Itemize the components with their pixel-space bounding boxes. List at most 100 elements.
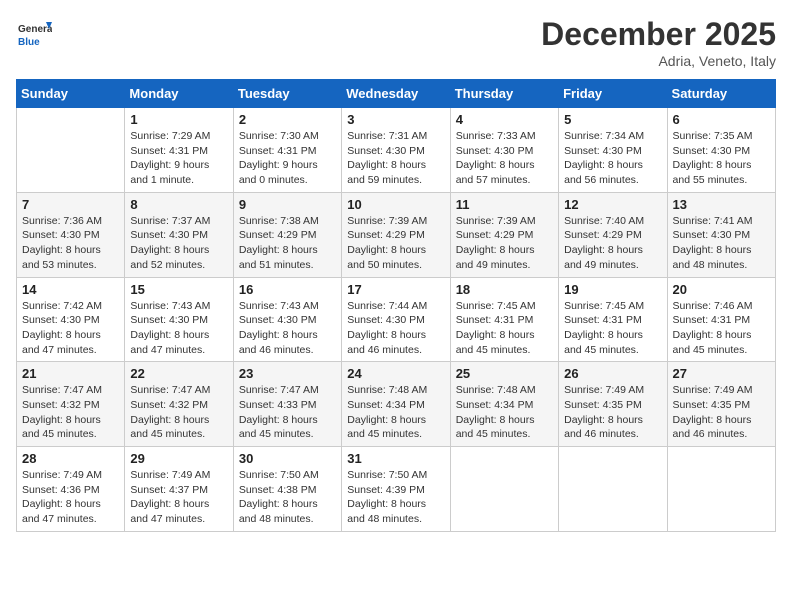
day-number: 7 <box>22 197 119 212</box>
calendar-week-2: 7 Sunrise: 7:36 AM Sunset: 4:30 PM Daylig… <box>17 192 776 277</box>
logo-svg: General Blue <box>16 16 52 52</box>
calendar-cell <box>17 108 125 193</box>
weekday-header-saturday: Saturday <box>667 80 775 108</box>
calendar-cell: 16Sunrise: 7:43 AM Sunset: 4:30 PM Dayli… <box>233 277 341 362</box>
calendar-cell: 30 Sunrise: 7:50 AM Sunset: 4:38 PM Dayli… <box>233 447 341 532</box>
calendar-cell: 21 Sunrise: 7:47 AM Sunset: 4:32 PM Dayli… <box>17 362 125 447</box>
day-number: 19 <box>564 282 661 297</box>
calendar-cell: 3 Sunrise: 7:31 AM Sunset: 4:30 PM Daylig… <box>342 108 450 193</box>
day-number: 20 <box>673 282 770 297</box>
day-info: Sunrise: 7:49 AM Sunset: 4:36 PM Dayligh… <box>22 468 119 527</box>
day-number: 10 <box>347 197 444 212</box>
calendar-cell: 19 Sunrise: 7:45 AM Sunset: 4:31 PM Dayli… <box>559 277 667 362</box>
day-number: 31 <box>347 451 444 466</box>
calendar-cell: 29Sunrise: 7:49 AM Sunset: 4:37 PM Dayli… <box>125 447 233 532</box>
day-number: 1 <box>130 112 227 127</box>
day-number: 3 <box>347 112 444 127</box>
day-info: Sunrise: 7:47 AM Sunset: 4:32 PM Dayligh… <box>22 383 119 442</box>
day-info: Sunrise: 7:39 AM Sunset: 4:29 PM Dayligh… <box>456 214 553 273</box>
day-number: 29 <box>130 451 227 466</box>
calendar-cell: 1 Sunrise: 7:29 AM Sunset: 4:31 PM Daylig… <box>125 108 233 193</box>
svg-text:General: General <box>18 24 52 35</box>
day-info: Sunrise: 7:47 AM Sunset: 4:33 PM Dayligh… <box>239 383 336 442</box>
day-number: 30 <box>239 451 336 466</box>
day-info: Sunrise: 7:29 AM Sunset: 4:31 PM Dayligh… <box>130 129 227 188</box>
month-title: December 2025 <box>541 16 776 53</box>
day-number: 25 <box>456 366 553 381</box>
calendar-cell <box>450 447 558 532</box>
day-info: Sunrise: 7:48 AM Sunset: 4:34 PM Dayligh… <box>456 383 553 442</box>
day-number: 17 <box>347 282 444 297</box>
day-number: 4 <box>456 112 553 127</box>
day-info: Sunrise: 7:43 AM Sunset: 4:30 PM Dayligh… <box>239 299 336 358</box>
day-info: Sunrise: 7:43 AM Sunset: 4:30 PM Dayligh… <box>130 299 227 358</box>
day-info: Sunrise: 7:50 AM Sunset: 4:38 PM Dayligh… <box>239 468 336 527</box>
weekday-header-friday: Friday <box>559 80 667 108</box>
day-info: Sunrise: 7:49 AM Sunset: 4:35 PM Dayligh… <box>673 383 770 442</box>
weekday-header-monday: Monday <box>125 80 233 108</box>
day-number: 27 <box>673 366 770 381</box>
weekday-header-tuesday: Tuesday <box>233 80 341 108</box>
day-info: Sunrise: 7:31 AM Sunset: 4:30 PM Dayligh… <box>347 129 444 188</box>
calendar-cell: 14Sunrise: 7:42 AM Sunset: 4:30 PM Dayli… <box>17 277 125 362</box>
weekday-header-row: SundayMondayTuesdayWednesdayThursdayFrid… <box>17 80 776 108</box>
day-info: Sunrise: 7:38 AM Sunset: 4:29 PM Dayligh… <box>239 214 336 273</box>
day-number: 18 <box>456 282 553 297</box>
calendar-table: SundayMondayTuesdayWednesdayThursdayFrid… <box>16 79 776 532</box>
calendar-week-3: 14Sunrise: 7:42 AM Sunset: 4:30 PM Dayli… <box>17 277 776 362</box>
day-number: 21 <box>22 366 119 381</box>
day-info: Sunrise: 7:34 AM Sunset: 4:30 PM Dayligh… <box>564 129 661 188</box>
calendar-cell: 28 Sunrise: 7:49 AM Sunset: 4:36 PM Dayli… <box>17 447 125 532</box>
day-number: 15 <box>130 282 227 297</box>
calendar-cell: 18 Sunrise: 7:45 AM Sunset: 4:31 PM Dayli… <box>450 277 558 362</box>
calendar-week-1: 1 Sunrise: 7:29 AM Sunset: 4:31 PM Daylig… <box>17 108 776 193</box>
day-info: Sunrise: 7:37 AM Sunset: 4:30 PM Dayligh… <box>130 214 227 273</box>
calendar-cell: 9Sunrise: 7:38 AM Sunset: 4:29 PM Daylig… <box>233 192 341 277</box>
calendar-cell: 27 Sunrise: 7:49 AM Sunset: 4:35 PM Dayli… <box>667 362 775 447</box>
day-info: Sunrise: 7:44 AM Sunset: 4:30 PM Dayligh… <box>347 299 444 358</box>
calendar-cell <box>559 447 667 532</box>
day-info: Sunrise: 7:50 AM Sunset: 4:39 PM Dayligh… <box>347 468 444 527</box>
day-info: Sunrise: 7:41 AM Sunset: 4:30 PM Dayligh… <box>673 214 770 273</box>
weekday-header-wednesday: Wednesday <box>342 80 450 108</box>
calendar-cell: 2 Sunrise: 7:30 AM Sunset: 4:31 PM Daylig… <box>233 108 341 193</box>
day-info: Sunrise: 7:45 AM Sunset: 4:31 PM Dayligh… <box>456 299 553 358</box>
calendar-cell <box>667 447 775 532</box>
day-info: Sunrise: 7:30 AM Sunset: 4:31 PM Dayligh… <box>239 129 336 188</box>
day-info: Sunrise: 7:47 AM Sunset: 4:32 PM Dayligh… <box>130 383 227 442</box>
calendar-cell: 7 Sunrise: 7:36 AM Sunset: 4:30 PM Daylig… <box>17 192 125 277</box>
weekday-header-thursday: Thursday <box>450 80 558 108</box>
day-number: 23 <box>239 366 336 381</box>
day-number: 6 <box>673 112 770 127</box>
calendar-cell: 10 Sunrise: 7:39 AM Sunset: 4:29 PM Dayli… <box>342 192 450 277</box>
svg-text:Blue: Blue <box>18 37 40 48</box>
logo: General Blue <box>16 16 52 52</box>
calendar-cell: 13 Sunrise: 7:41 AM Sunset: 4:30 PM Dayli… <box>667 192 775 277</box>
day-number: 22 <box>130 366 227 381</box>
day-info: Sunrise: 7:49 AM Sunset: 4:35 PM Dayligh… <box>564 383 661 442</box>
calendar-cell: 31 Sunrise: 7:50 AM Sunset: 4:39 PM Dayli… <box>342 447 450 532</box>
day-number: 24 <box>347 366 444 381</box>
page-header: General Blue December 2025 Adria, Veneto… <box>16 16 776 69</box>
title-area: December 2025 Adria, Veneto, Italy <box>541 16 776 69</box>
day-info: Sunrise: 7:45 AM Sunset: 4:31 PM Dayligh… <box>564 299 661 358</box>
calendar-cell: 8 Sunrise: 7:37 AM Sunset: 4:30 PM Daylig… <box>125 192 233 277</box>
day-number: 2 <box>239 112 336 127</box>
calendar-cell: 11Sunrise: 7:39 AM Sunset: 4:29 PM Dayli… <box>450 192 558 277</box>
calendar-cell: 25 Sunrise: 7:48 AM Sunset: 4:34 PM Dayli… <box>450 362 558 447</box>
day-info: Sunrise: 7:39 AM Sunset: 4:29 PM Dayligh… <box>347 214 444 273</box>
day-number: 8 <box>130 197 227 212</box>
day-info: Sunrise: 7:40 AM Sunset: 4:29 PM Dayligh… <box>564 214 661 273</box>
day-number: 26 <box>564 366 661 381</box>
calendar-cell: 6Sunrise: 7:35 AM Sunset: 4:30 PM Daylig… <box>667 108 775 193</box>
calendar-cell: 12Sunrise: 7:40 AM Sunset: 4:29 PM Dayli… <box>559 192 667 277</box>
calendar-cell: 24 Sunrise: 7:48 AM Sunset: 4:34 PM Dayli… <box>342 362 450 447</box>
calendar-cell: 22 Sunrise: 7:47 AM Sunset: 4:32 PM Dayli… <box>125 362 233 447</box>
day-number: 28 <box>22 451 119 466</box>
calendar-week-4: 21 Sunrise: 7:47 AM Sunset: 4:32 PM Dayli… <box>17 362 776 447</box>
day-info: Sunrise: 7:36 AM Sunset: 4:30 PM Dayligh… <box>22 214 119 273</box>
day-info: Sunrise: 7:48 AM Sunset: 4:34 PM Dayligh… <box>347 383 444 442</box>
day-info: Sunrise: 7:46 AM Sunset: 4:31 PM Dayligh… <box>673 299 770 358</box>
day-number: 13 <box>673 197 770 212</box>
calendar-cell: 23 Sunrise: 7:47 AM Sunset: 4:33 PM Dayli… <box>233 362 341 447</box>
